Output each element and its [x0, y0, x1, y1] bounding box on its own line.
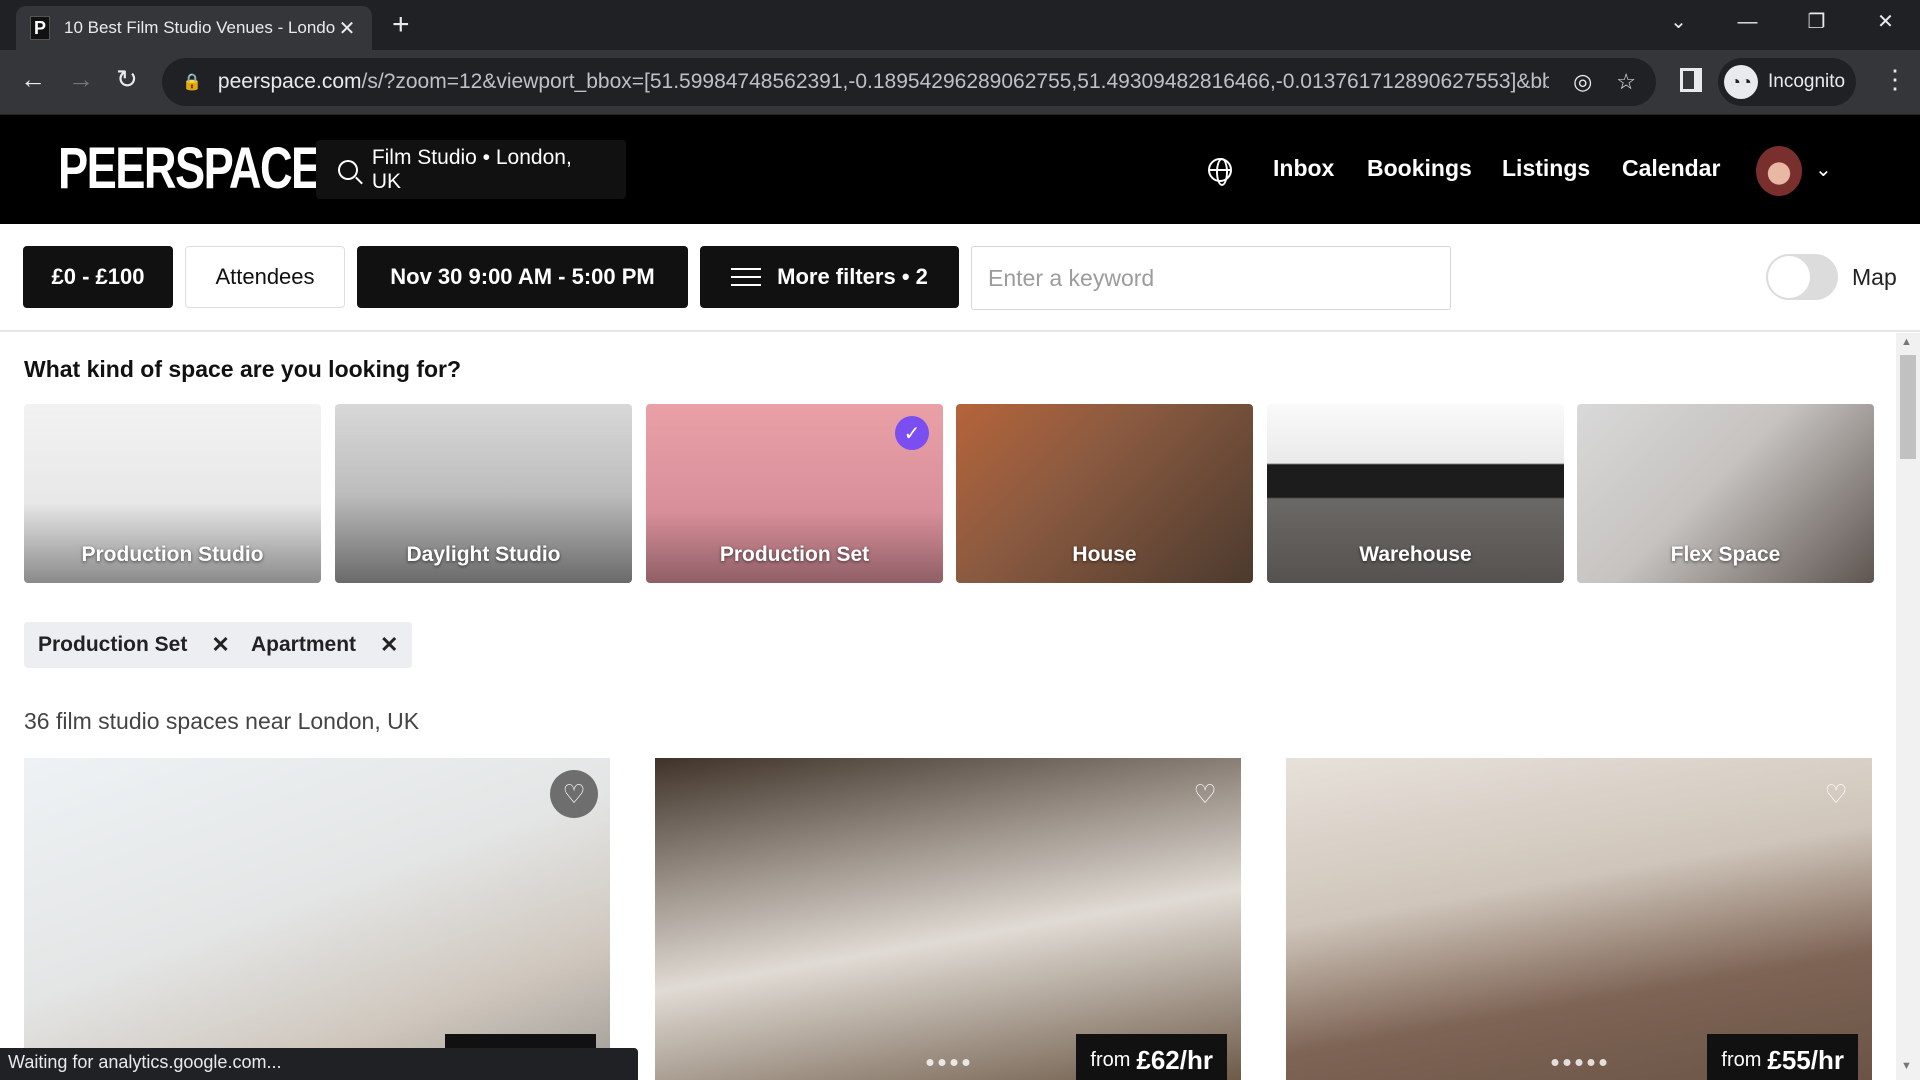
- nav-listings[interactable]: Listings: [1502, 155, 1590, 182]
- listing-card[interactable]: ♡ from£70/hr: [24, 758, 610, 1080]
- sliders-icon: [731, 265, 762, 289]
- window-close-icon[interactable]: ✕: [1851, 0, 1920, 44]
- category-card-flex-space[interactable]: Flex Space: [1577, 404, 1874, 583]
- category-label: House: [1072, 543, 1137, 566]
- close-tab-icon[interactable]: ✕: [336, 16, 358, 41]
- category-card-production-studio[interactable]: Production Studio: [24, 404, 321, 583]
- globe-icon[interactable]: [1208, 158, 1232, 186]
- reload-icon[interactable]: ↻: [116, 64, 138, 95]
- attendees-filter-button[interactable]: Attendees: [185, 246, 345, 308]
- listing-price: from £62/hr: [1076, 1034, 1227, 1080]
- site-header: PEERSPACE Film Studio • London, UK Inbox…: [0, 115, 1920, 224]
- new-tab-button[interactable]: +: [392, 10, 410, 40]
- search-summary-text: Film Studio • London, UK: [371, 145, 572, 193]
- peerspace-logo[interactable]: PEERSPACE: [58, 137, 321, 201]
- date-time-filter-button[interactable]: Nov 30 9:00 AM - 5:00 PM: [357, 246, 688, 308]
- scroll-down-arrow-icon[interactable]: ▼: [1901, 1060, 1912, 1072]
- address-bar[interactable]: 🔒 peerspace.com/s/?zoom=12&viewport_bbox…: [162, 58, 1656, 106]
- category-card-daylight-studio[interactable]: Daylight Studio: [335, 404, 632, 583]
- chip-label: Apartment: [251, 633, 357, 656]
- map-toggle[interactable]: [1766, 254, 1838, 300]
- browser-menu-icon[interactable]: ⋮: [1882, 64, 1908, 95]
- listing-card[interactable]: ♡ from £62/hr: [655, 758, 1241, 1080]
- peerspace-favicon-icon: P: [30, 16, 50, 40]
- nav-inbox[interactable]: Inbox: [1273, 155, 1334, 182]
- image-carousel-dots[interactable]: [1551, 1059, 1607, 1066]
- category-label: Daylight Studio: [406, 543, 561, 566]
- scrollbar-thumb[interactable]: [1900, 355, 1916, 459]
- browser-toolbar: ← → ↻ 🔒 peerspace.com/s/?zoom=12&viewpor…: [0, 50, 1920, 115]
- side-panel-icon[interactable]: [1680, 68, 1702, 92]
- filter-bar: £0 - £100 Attendees Nov 30 9:00 AM - 5:0…: [0, 224, 1920, 332]
- restore-icon[interactable]: ❐: [1782, 0, 1851, 44]
- incognito-label: Incognito: [1768, 71, 1846, 92]
- remove-chip-icon[interactable]: ✕: [211, 632, 229, 658]
- user-avatar[interactable]: [1756, 146, 1802, 196]
- chevron-down-icon[interactable]: ⌄: [1815, 157, 1832, 182]
- bookmark-star-icon[interactable]: ☆: [1616, 69, 1636, 95]
- chip-label: Production Set: [38, 633, 188, 656]
- browser-status-bar: Waiting for analytics.google.com...: [0, 1048, 638, 1080]
- category-card-warehouse[interactable]: Warehouse: [1267, 404, 1564, 583]
- browser-tab[interactable]: P 10 Best Film Studio Venues - London ✕: [16, 6, 372, 50]
- listing-card[interactable]: ♡ from £55/hr: [1286, 758, 1872, 1080]
- map-label: Map: [1852, 264, 1897, 290]
- category-card-house[interactable]: House: [956, 404, 1253, 583]
- forward-icon[interactable]: →: [68, 64, 94, 95]
- keyword-input[interactable]: [971, 246, 1451, 310]
- price-filter-button[interactable]: £0 - £100: [23, 246, 173, 308]
- back-icon[interactable]: ←: [20, 64, 46, 95]
- category-label: Production Set: [719, 543, 870, 566]
- toggle-knob: [1768, 256, 1810, 298]
- result-count: 36 film studio spaces near London, UK: [24, 708, 420, 734]
- window-controls: ⌄ — ❐ ✕: [1644, 0, 1920, 44]
- search-summary-button[interactable]: Film Studio • London, UK: [316, 140, 626, 199]
- browser-tab-strip: P 10 Best Film Studio Venues - London ✕ …: [0, 0, 1920, 50]
- tracking-blocked-eye-icon[interactable]: ◎: [1573, 69, 1592, 95]
- incognito-icon: ◔◔: [1724, 65, 1758, 99]
- heart-icon[interactable]: ♡: [1812, 770, 1860, 818]
- tab-search-icon[interactable]: ⌄: [1644, 0, 1713, 44]
- category-heading: What kind of space are you looking for?: [24, 356, 462, 382]
- heart-icon[interactable]: ♡: [550, 770, 598, 818]
- listing-price: from £55/hr: [1707, 1034, 1858, 1080]
- remove-chip-icon[interactable]: ✕: [380, 632, 398, 658]
- category-label: Warehouse: [1359, 543, 1472, 566]
- search-icon: [338, 159, 358, 180]
- scroll-up-arrow-icon[interactable]: ▲: [1901, 336, 1912, 348]
- category-card-production-set[interactable]: ✓ Production Set: [646, 404, 943, 583]
- category-label: Flex Space: [1670, 543, 1781, 566]
- image-carousel-dots[interactable]: [926, 1059, 970, 1066]
- active-filter-chip[interactable]: Apartment ✕: [237, 622, 413, 668]
- active-filter-chip[interactable]: Production Set ✕: [24, 622, 244, 668]
- tab-title: 10 Best Film Studio Venues - London: [64, 18, 336, 37]
- heart-icon[interactable]: ♡: [1181, 770, 1229, 818]
- incognito-profile-button[interactable]: ◔◔ Incognito: [1718, 58, 1856, 106]
- nav-calendar[interactable]: Calendar: [1622, 155, 1720, 182]
- category-label: Production Studio: [81, 543, 264, 566]
- nav-bookings[interactable]: Bookings: [1367, 155, 1472, 182]
- url-text: peerspace.com/s/?zoom=12&viewport_bbox=[…: [217, 70, 1550, 93]
- more-filters-label: More filters • 2: [777, 264, 928, 289]
- lock-icon: 🔒: [182, 74, 202, 91]
- more-filters-button[interactable]: More filters • 2: [700, 246, 959, 308]
- minimize-icon[interactable]: —: [1713, 0, 1782, 44]
- selected-check-icon: ✓: [895, 416, 929, 450]
